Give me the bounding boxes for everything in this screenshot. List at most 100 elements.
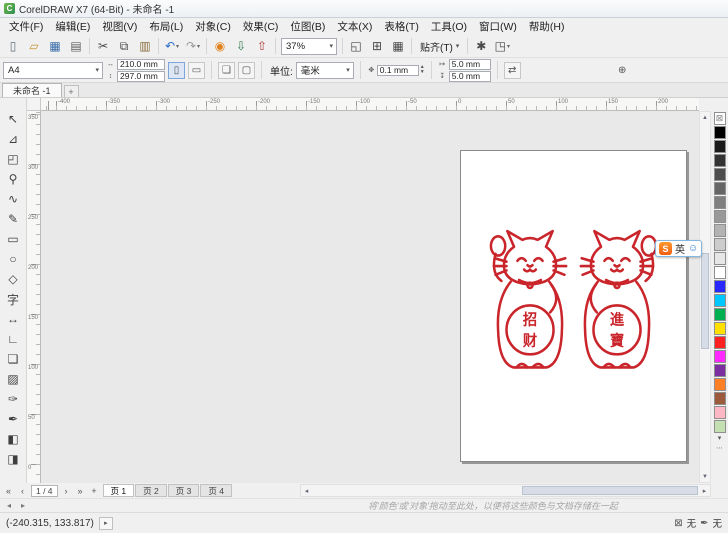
color-swatch[interactable]	[713, 420, 726, 433]
shape-tool[interactable]: ⊿	[2, 130, 24, 148]
last-page-button[interactable]: »	[74, 484, 87, 497]
edit-fill-tool[interactable]: ◧	[2, 430, 24, 448]
print-icon[interactable]: ▤	[66, 37, 86, 55]
artistic-media-tool[interactable]: ✎	[2, 210, 24, 228]
menu-edit[interactable]: 编辑(E)	[49, 18, 96, 35]
color-swatch[interactable]	[713, 280, 726, 293]
vertical-ruler[interactable]: 350 300 250 200 150 100 50 0	[27, 111, 41, 483]
import-icon[interactable]: ⇩	[231, 37, 251, 55]
first-page-button[interactable]: «	[2, 484, 15, 497]
status-expander-button[interactable]: ▸	[98, 516, 113, 530]
color-swatch[interactable]	[713, 266, 726, 279]
scroll-down-icon[interactable]: ▼	[700, 471, 710, 482]
cut-icon[interactable]: ✂	[93, 37, 113, 55]
color-swatch[interactable]	[713, 126, 726, 139]
ruler-origin-button[interactable]	[27, 98, 41, 111]
page-width-input[interactable]: 210.0 mm	[117, 58, 165, 70]
freehand-tool[interactable]: ∿	[2, 190, 24, 208]
copy-icon[interactable]: ⧉	[114, 37, 134, 55]
document-page[interactable]: 招 财 進 寶	[460, 150, 687, 462]
rectangle-tool[interactable]: ▭	[2, 230, 24, 248]
undo-icon[interactable]: ↶ ▾	[162, 37, 182, 55]
menu-view[interactable]: 视图(V)	[96, 18, 143, 35]
parallel-dimension-tool[interactable]: ↔	[2, 310, 24, 328]
ime-mode-button[interactable]: 英	[675, 241, 685, 256]
menu-layout[interactable]: 布局(L)	[143, 18, 189, 35]
ime-logo-icon[interactable]: S	[659, 242, 672, 255]
drop-shadow-tool[interactable]: ❏	[2, 350, 24, 368]
zoom-level-select[interactable]: 37% ▾	[281, 37, 337, 55]
status-next-icon[interactable]: ▸	[17, 500, 29, 511]
add-page-button[interactable]: +	[88, 484, 101, 497]
menu-window[interactable]: 窗口(W)	[473, 18, 523, 35]
horizontal-scrollbar[interactable]: ◂ ▸	[300, 484, 711, 497]
paste-icon[interactable]: ▥	[135, 37, 155, 55]
color-swatch[interactable]	[713, 154, 726, 167]
menu-tools[interactable]: 工具(O)	[425, 18, 473, 35]
menu-bitmaps[interactable]: 位图(B)	[284, 18, 331, 35]
nudge-distance-input[interactable]: 0.1 mm	[376, 64, 419, 76]
redo-icon[interactable]: ↷ ▾	[183, 37, 203, 55]
circle-plus-icon[interactable]: ⊕	[614, 62, 631, 79]
nudge-spinner[interactable]: ▲ ▼	[420, 65, 425, 75]
color-eyedropper-tool[interactable]: ✑	[2, 390, 24, 408]
new-document-icon[interactable]: ▯	[3, 37, 23, 55]
page-size-select[interactable]: A4 ▾	[3, 61, 103, 79]
lucky-cat-left[interactable]: 招 财	[488, 225, 572, 391]
application-launcher-icon[interactable]: ◳ ▾	[492, 37, 512, 55]
polygon-tool[interactable]: ◇	[2, 270, 24, 288]
color-swatch[interactable]	[713, 294, 726, 307]
scroll-right-icon[interactable]: ▸	[699, 485, 710, 496]
palette-flyout-icon[interactable]: ⋯	[713, 444, 726, 453]
snap-to-menu-button[interactable]: 贴齐(T) ▾	[415, 37, 464, 55]
color-swatch[interactable]	[713, 238, 726, 251]
page-height-input[interactable]: 297.0 mm	[117, 70, 165, 82]
portrait-button[interactable]: ▯	[168, 61, 185, 79]
new-document-tab-button[interactable]: +	[63, 85, 79, 97]
show-grid-icon[interactable]: ▦	[388, 37, 408, 55]
interactive-fill-tool[interactable]: ◨	[2, 450, 24, 468]
page-tab-1[interactable]: 页 1	[102, 484, 135, 497]
current-page-button[interactable]: ▢	[238, 61, 255, 79]
menu-table[interactable]: 表格(T)	[378, 18, 424, 35]
color-swatch[interactable]	[713, 168, 726, 181]
vertical-scrollbar-thumb[interactable]	[701, 252, 709, 349]
drawing-canvas[interactable]: 招 财 進 寶	[41, 111, 699, 483]
outline-pen-tool[interactable]: ✒	[2, 410, 24, 428]
pick-tool[interactable]: ↖	[2, 110, 24, 128]
page-tab-2[interactable]: 页 2	[135, 484, 167, 497]
color-swatch[interactable]	[713, 224, 726, 237]
fullscreen-preview-icon[interactable]: ◱	[346, 37, 366, 55]
transparency-tool[interactable]: ▨	[2, 370, 24, 388]
color-swatch[interactable]	[713, 252, 726, 265]
color-swatch[interactable]	[713, 392, 726, 405]
page-tab-3[interactable]: 页 3	[167, 484, 200, 497]
previous-page-button[interactable]: ‹	[16, 484, 29, 497]
horizontal-ruler[interactable]: -400 -350 -300 -250 -200 -150 -100 -50 0 50 100 150…	[41, 98, 699, 111]
scroll-up-icon[interactable]: ▲	[700, 112, 710, 123]
fill-color-icon[interactable]: ⊠	[674, 518, 682, 529]
all-pages-button[interactable]: ❏	[218, 61, 235, 79]
search-content-icon[interactable]: ◉	[210, 37, 230, 55]
ime-smiley-icon[interactable]: ☺	[688, 243, 698, 254]
color-swatch[interactable]	[713, 196, 726, 209]
horizontal-scrollbar-thumb[interactable]	[521, 486, 698, 495]
zoom-tool[interactable]: ⚲	[2, 170, 24, 188]
ellipse-tool[interactable]: ○	[2, 250, 24, 268]
landscape-button[interactable]: ▭	[188, 61, 205, 79]
color-swatch[interactable]	[713, 308, 726, 321]
menu-help[interactable]: 帮助(H)	[523, 18, 571, 35]
no-color-swatch[interactable]: ⊠	[713, 112, 726, 125]
page-tab-4[interactable]: 页 4	[200, 484, 232, 497]
duplicate-x-input[interactable]: 5.0 mm	[448, 58, 491, 70]
color-swatch[interactable]	[713, 350, 726, 363]
status-prev-icon[interactable]: ◂	[3, 500, 15, 511]
save-icon[interactable]: ▦	[45, 37, 65, 55]
scroll-left-icon[interactable]: ◂	[301, 485, 312, 496]
text-tool[interactable]: 字	[2, 290, 24, 308]
duplicate-y-input[interactable]: 5.0 mm	[448, 70, 491, 82]
connector-tool[interactable]: ∟	[2, 330, 24, 348]
palette-scroll-down-icon[interactable]: ▾	[713, 434, 726, 443]
color-swatch[interactable]	[713, 364, 726, 377]
outline-pen-icon[interactable]: ✒	[700, 518, 708, 529]
